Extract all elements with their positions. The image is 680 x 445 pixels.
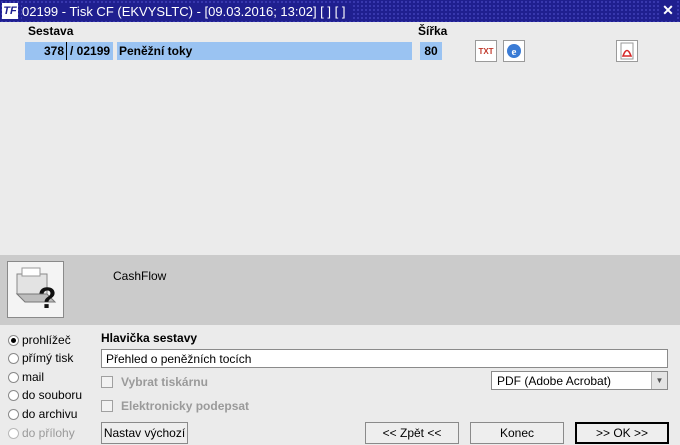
txt-icon-label: TXT bbox=[478, 46, 494, 56]
sign-checkbox bbox=[101, 400, 113, 412]
printer-select-value: PDF (Adobe Acrobat) bbox=[497, 373, 612, 388]
radio-icon[interactable] bbox=[8, 371, 19, 383]
radio-option-file[interactable]: do souboru bbox=[8, 387, 82, 403]
column-header-sirka: Šířka bbox=[418, 24, 448, 38]
radio-option-print[interactable]: přímý tisk bbox=[8, 350, 73, 366]
chevron-down-icon[interactable]: ▼ bbox=[651, 372, 667, 389]
report-panel: Sestava Šířka 378 / 02199 Peněžní toky 8… bbox=[0, 22, 680, 255]
output-settings: prohlížeč přímý tisk mail do souboru do … bbox=[0, 325, 680, 445]
radio-option-archive[interactable]: do archivu bbox=[8, 406, 77, 422]
radio-label: do archivu bbox=[22, 407, 78, 421]
sign-label: Elektronicky podepsat bbox=[121, 399, 250, 413]
header-input[interactable] bbox=[101, 349, 668, 368]
radio-option-mail[interactable]: mail bbox=[8, 369, 44, 385]
radio-label: mail bbox=[22, 370, 45, 384]
report-width[interactable]: 80 bbox=[420, 42, 442, 60]
choose-printer-checkbox bbox=[101, 376, 113, 388]
radio-label: prohlížeč bbox=[22, 333, 71, 347]
choose-printer-option: Vybrat tiskárnu bbox=[101, 375, 208, 389]
report-code[interactable]: / 02199 bbox=[67, 42, 113, 60]
ok-button[interactable]: >> OK >> bbox=[575, 422, 669, 444]
column-header-sestava: Sestava bbox=[28, 24, 74, 38]
radio-label: do souboru bbox=[22, 388, 83, 402]
back-button[interactable]: << Zpět << bbox=[365, 422, 459, 444]
report-title: CashFlow bbox=[113, 269, 167, 283]
svg-text:e: e bbox=[512, 46, 517, 58]
svg-text:?: ? bbox=[38, 282, 56, 315]
sign-option: Elektronicky podepsat bbox=[101, 399, 249, 413]
header-label: Hlavička sestavy bbox=[101, 331, 198, 345]
printer-select[interactable]: PDF (Adobe Acrobat) ▼ bbox=[491, 371, 668, 390]
choose-printer-label: Vybrat tiskárnu bbox=[121, 375, 208, 389]
radio-icon bbox=[8, 427, 19, 439]
radio-label: přímý tisk bbox=[22, 351, 74, 365]
txt-export-icon[interactable]: TXT bbox=[475, 40, 497, 62]
printer-help-icon: ? bbox=[7, 261, 64, 318]
radio-label: do přílohy bbox=[22, 426, 75, 440]
browser-icon[interactable]: e bbox=[503, 40, 525, 62]
set-defaults-button[interactable]: Nastav výchozí bbox=[101, 422, 188, 444]
window-title: 02199 - Tisk CF (EKVYSLTC) - [09.03.2016… bbox=[22, 3, 352, 19]
report-name[interactable]: Peněžní toky bbox=[117, 42, 412, 60]
pdf-icon[interactable] bbox=[616, 40, 638, 62]
radio-option-browser[interactable]: prohlížeč bbox=[8, 332, 71, 348]
report-number[interactable]: 378 bbox=[25, 42, 66, 60]
end-button[interactable]: Konec bbox=[470, 422, 564, 444]
app-logo-icon: TF bbox=[2, 3, 18, 19]
report-info-band: ? CashFlow bbox=[0, 255, 680, 325]
radio-icon[interactable] bbox=[8, 352, 19, 364]
radio-icon[interactable] bbox=[8, 389, 19, 401]
radio-selected-icon[interactable] bbox=[8, 334, 19, 346]
radio-option-attachment: do přílohy bbox=[8, 425, 75, 441]
radio-icon[interactable] bbox=[8, 408, 19, 420]
title-bar: TF 02199 - Tisk CF (EKVYSLTC) - [09.03.2… bbox=[0, 0, 680, 22]
close-icon[interactable]: ✕ bbox=[660, 1, 676, 19]
